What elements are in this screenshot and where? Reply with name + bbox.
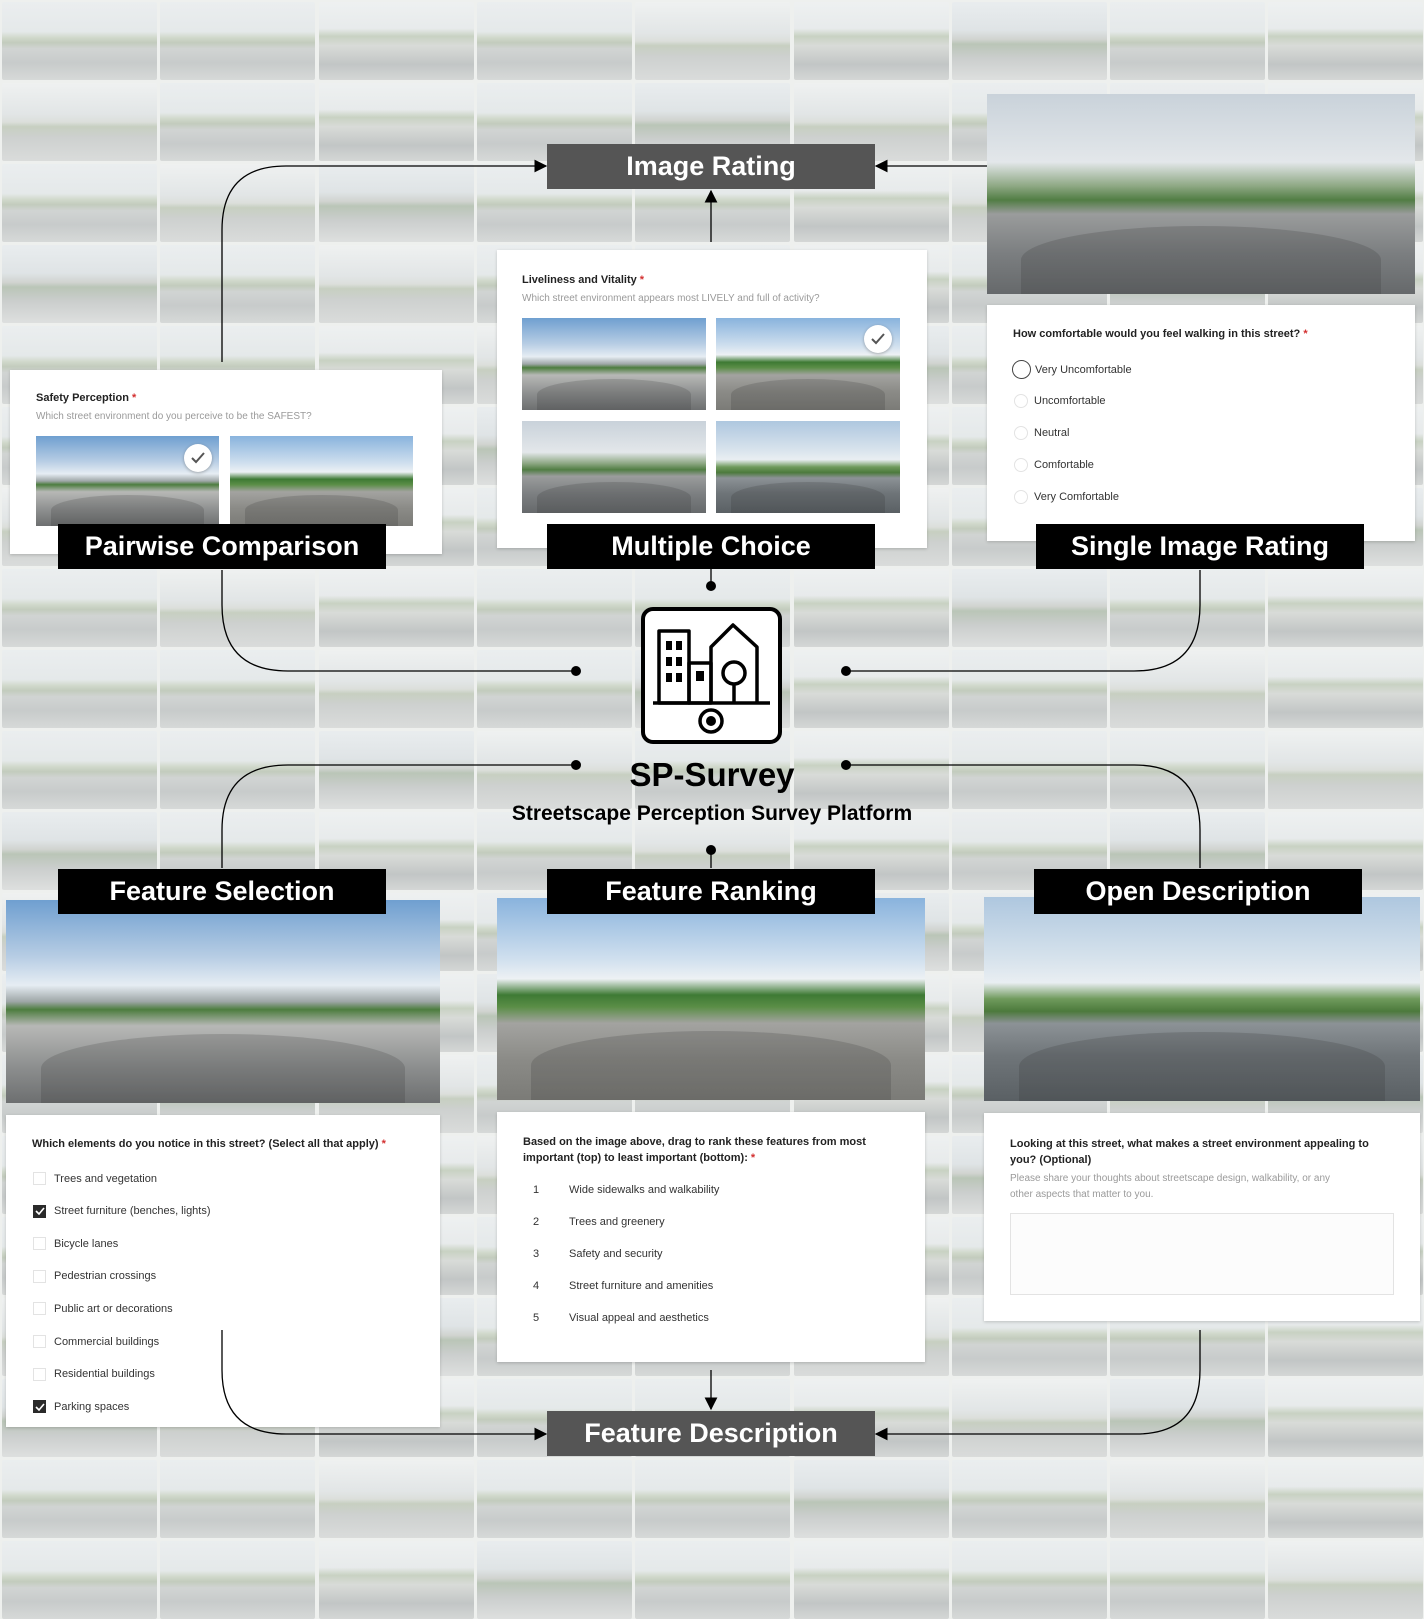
label-image-rating: Image Rating bbox=[547, 144, 875, 189]
label-feature-selection: Feature Selection bbox=[58, 869, 386, 914]
label-multiple-choice: Multiple Choice bbox=[547, 524, 875, 569]
label-open-description: Open Description bbox=[1034, 869, 1362, 914]
label-feature-ranking: Feature Ranking bbox=[547, 869, 875, 914]
label-pairwise-comparison: Pairwise Comparison bbox=[58, 524, 386, 569]
label-single-image-rating: Single Image Rating bbox=[1036, 524, 1364, 569]
background-tile bbox=[793, 1541, 949, 1619]
background-tile bbox=[951, 1541, 1107, 1619]
platform-name: SP-Survey bbox=[629, 756, 795, 793]
background-tile bbox=[318, 1541, 474, 1619]
background-tile bbox=[2, 1541, 157, 1619]
background-tile bbox=[1110, 1541, 1266, 1619]
label-feature-description: Feature Description bbox=[547, 1411, 875, 1456]
background-tile bbox=[1268, 1541, 1424, 1619]
background-tile bbox=[476, 1541, 632, 1619]
background-tile bbox=[160, 1541, 316, 1619]
background-tile bbox=[635, 1541, 791, 1619]
city-location-icon bbox=[653, 623, 770, 734]
sp-survey-logo bbox=[641, 607, 782, 744]
platform-subtitle: Streetscape Perception Survey Platform bbox=[511, 802, 913, 825]
